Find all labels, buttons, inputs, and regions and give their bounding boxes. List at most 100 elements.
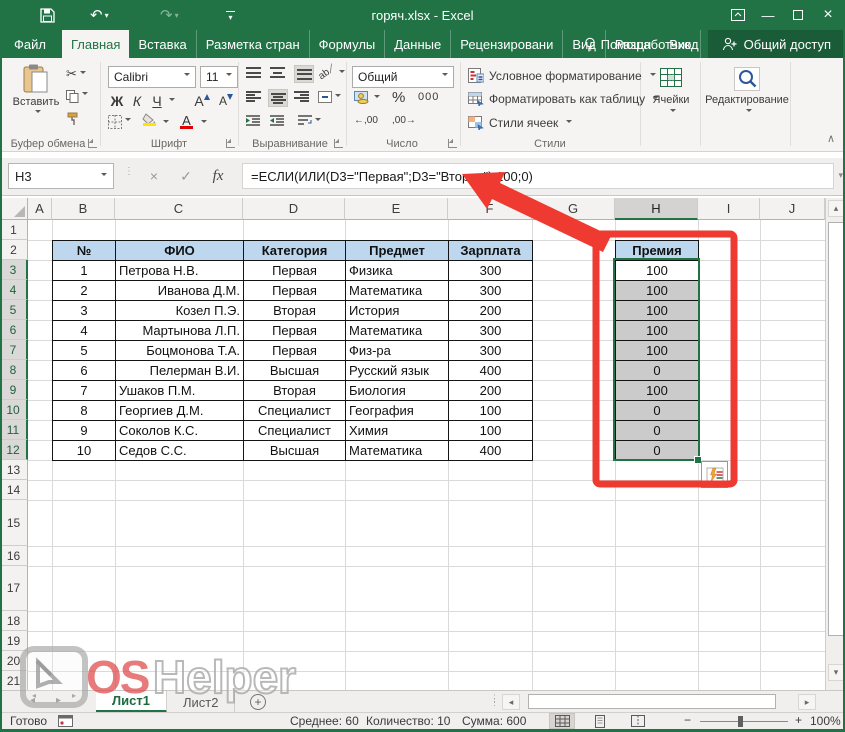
row-header-10[interactable]: 10 <box>0 400 28 420</box>
cell-E6[interactable]: Математика <box>345 320 449 341</box>
zoom-slider-track[interactable] <box>700 721 788 722</box>
cell-D8[interactable]: Высшая <box>243 360 346 381</box>
normal-view-button[interactable] <box>549 713 575 729</box>
zoom-out-button[interactable]: − <box>684 713 691 727</box>
row-header-9[interactable]: 9 <box>0 380 28 400</box>
horizontal-scrollbar[interactable] <box>522 694 796 710</box>
underline-dropdown[interactable] <box>166 91 175 111</box>
row-header-12[interactable]: 12 <box>0 440 28 460</box>
cell-H6[interactable]: 100 <box>615 320 699 341</box>
cell-C4[interactable]: Иванова Д.М. <box>115 280 244 301</box>
align-center-button[interactable] <box>268 89 288 107</box>
align-right-button[interactable] <box>294 91 309 102</box>
cell-F3[interactable]: 300 <box>448 260 533 281</box>
alignment-dialog-launcher[interactable] <box>334 139 343 148</box>
row-header-7[interactable]: 7 <box>0 340 28 360</box>
borders-button[interactable] <box>108 115 131 129</box>
row-header-19[interactable]: 19 <box>0 631 28 651</box>
comma-style-button[interactable]: 000 <box>418 91 439 103</box>
percent-style-button[interactable]: % <box>392 89 405 106</box>
zoom-in-button[interactable]: + <box>795 713 802 727</box>
align-left-button[interactable] <box>246 91 261 102</box>
clipboard-dialog-launcher[interactable] <box>88 139 97 148</box>
sign-in-button[interactable]: Вход <box>660 30 707 58</box>
row-header-11[interactable]: 11 <box>0 420 28 440</box>
cell-C6[interactable]: Мартынова Л.П. <box>115 320 244 341</box>
cell-H3[interactable]: 100 <box>615 260 699 281</box>
sheet-nav-left-icon[interactable]: ◂ <box>30 695 35 706</box>
ribbon-tab-Вставка[interactable]: Вставка <box>129 30 196 58</box>
cell-H8[interactable]: 0 <box>615 360 699 381</box>
sheet-tab-Лист1[interactable]: Лист1 <box>96 691 167 713</box>
font-color-button[interactable]: А <box>180 113 193 129</box>
macro-record-button[interactable] <box>58 715 73 730</box>
zoom-level[interactable]: 100% <box>810 714 841 728</box>
close-button[interactable]: × <box>813 0 843 30</box>
scroll-down-button[interactable]: ▾ <box>828 664 844 681</box>
name-box-resizer[interactable]: ⋮ <box>124 169 134 174</box>
ribbon-tab-Данные[interactable]: Данные <box>385 30 451 58</box>
insert-function-button[interactable]: fx <box>204 163 232 189</box>
horizontal-scrollbar-thumb[interactable] <box>528 694 776 709</box>
grow-font-button[interactable]: А <box>192 91 212 111</box>
select-all-corner[interactable] <box>0 198 28 220</box>
column-header-H[interactable]: H <box>615 198 698 220</box>
cell-D2[interactable]: Категория <box>243 240 346 261</box>
sheet-tab-Лист2[interactable]: Лист2 <box>167 691 235 713</box>
cell-D12[interactable]: Высшая <box>243 440 346 461</box>
scroll-left-button[interactable]: ◂ <box>502 694 520 710</box>
ribbon-tab-Рецензировани[interactable]: Рецензировани <box>451 30 563 58</box>
cell-B4[interactable]: 2 <box>52 280 116 301</box>
scroll-up-button[interactable]: ▴ <box>828 200 844 217</box>
page-layout-view-button[interactable] <box>587 713 613 729</box>
row-header-20[interactable]: 20 <box>0 651 28 671</box>
cell-E3[interactable]: Физика <box>345 260 449 281</box>
format-as-table-button[interactable]: Форматировать как таблицу <box>468 92 659 106</box>
page-break-view-button[interactable] <box>625 713 651 729</box>
row-header-2[interactable]: 2 <box>0 240 28 260</box>
copy-button[interactable] <box>66 89 88 103</box>
align-top-button[interactable] <box>246 67 261 78</box>
row-header-13[interactable]: 13 <box>0 460 28 480</box>
column-header-F[interactable]: F <box>448 198 532 220</box>
zoom-slider-thumb[interactable] <box>738 716 743 727</box>
orientation-button[interactable]: ab⟋ <box>318 67 345 78</box>
cell-B11[interactable]: 9 <box>52 420 116 441</box>
cell-D5[interactable]: Вторая <box>243 300 346 321</box>
autofill-options-button[interactable] <box>701 461 728 488</box>
paste-button[interactable]: Вставить <box>10 64 62 138</box>
shrink-font-button[interactable]: А <box>216 91 236 111</box>
cell-B8[interactable]: 6 <box>52 360 116 381</box>
enter-button[interactable]: ✓ <box>172 163 200 189</box>
vertical-scrollbar-thumb[interactable] <box>828 222 844 636</box>
column-header-D[interactable]: D <box>243 198 345 220</box>
editing-menu-button[interactable]: Редактирование <box>706 66 788 120</box>
tell-me-tab[interactable]: Помощн <box>575 30 661 58</box>
cell-B9[interactable]: 7 <box>52 380 116 401</box>
align-middle-button[interactable] <box>270 67 285 78</box>
row-header-17[interactable]: 17 <box>0 566 28 611</box>
cell-D11[interactable]: Специалист <box>243 420 346 441</box>
font-color-dropdown[interactable] <box>198 115 207 131</box>
cell-F9[interactable]: 200 <box>448 380 533 401</box>
cell-D3[interactable]: Первая <box>243 260 346 281</box>
cell-H7[interactable]: 100 <box>615 340 699 361</box>
name-box[interactable]: H3 <box>8 163 114 189</box>
collapse-ribbon-button[interactable]: ∧ <box>827 132 835 145</box>
cell-H5[interactable]: 100 <box>615 300 699 321</box>
cell-F6[interactable]: 300 <box>448 320 533 341</box>
row-header-16[interactable]: 16 <box>0 546 28 566</box>
conditional-formatting-button[interactable]: Условное форматирование <box>468 68 656 83</box>
cell-F2[interactable]: Зарплата <box>448 240 533 261</box>
cell-E5[interactable]: История <box>345 300 449 321</box>
cell-D10[interactable]: Специалист <box>243 400 346 421</box>
cell-D9[interactable]: Вторая <box>243 380 346 401</box>
status-average[interactable]: Среднее: 60 <box>290 714 359 728</box>
formula-input[interactable]: =ЕСЛИ(ИЛИ(D3="Первая";D3="Вторая");100;0… <box>242 163 834 189</box>
format-painter-button[interactable] <box>66 112 80 126</box>
ribbon-tab-Формулы[interactable]: Формулы <box>310 30 386 58</box>
row-header-1[interactable]: 1 <box>0 220 28 240</box>
cell-D6[interactable]: Первая <box>243 320 346 341</box>
ribbon-tab-Главная[interactable]: Главная <box>62 30 129 58</box>
minimize-button[interactable]: — <box>753 0 783 30</box>
